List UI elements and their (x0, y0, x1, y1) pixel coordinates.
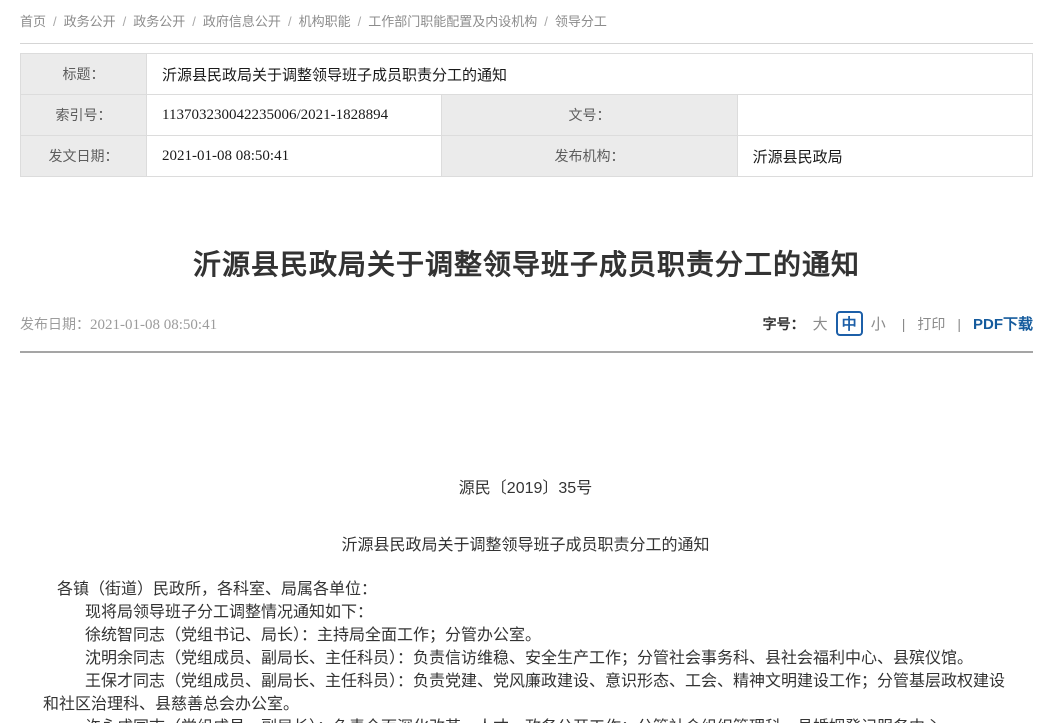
font-size-small-button[interactable]: 小 (871, 313, 886, 334)
breadcrumb-item[interactable]: 首页 (20, 14, 46, 29)
article-paragraph: 王保才同志（党组成员、副局长、主任科员）：负责党建、党风廉政建设、意识形态、工会… (43, 670, 1008, 716)
breadcrumb: 首页 / 政务公开 / 政务公开 / 政府信息公开 / 机构职能 / 工作部门职能配置及内设机构 / 领… (20, 0, 1033, 44)
issue-date-value: 2021-01-08 08:50:41 (147, 136, 442, 177)
article-paragraphs: 各镇（街道）民政所，各科室、局属各单位：现将局领导班子分工调整情况通知如下：徐统… (43, 578, 1008, 723)
page-title: 沂源县民政局关于调整领导班子成员职责分工的通知 (20, 243, 1033, 283)
document-title: 沂源县民政局关于调整领导班子成员职责分工的通知 (43, 534, 1008, 557)
doc-number-value (737, 95, 1032, 136)
index-number-value: 113703230042235006/2021-1828894 (147, 95, 442, 136)
doc-number-label: 文号： (442, 95, 737, 136)
article-paragraph: 现将局领导班子分工调整情况通知如下： (43, 601, 1008, 624)
article-meta-row: 发布日期：2021-01-08 08:50:41 字号： 大 中 小 | 打印 … (20, 311, 1033, 353)
breadcrumb-separator: / (123, 14, 127, 29)
breadcrumb-item[interactable]: 机构职能 (299, 14, 351, 29)
breadcrumb-separator: / (358, 14, 362, 29)
breadcrumb-item[interactable]: 政务公开 (133, 14, 185, 29)
toolbar-divider: | (957, 316, 961, 332)
breadcrumb-item[interactable]: 政务公开 (64, 14, 116, 29)
article-paragraph: 各镇（街道）民政所，各科室、局属各单位： (43, 578, 1008, 601)
article-paragraph: 沈明余同志（党组成员、副局长、主任科员）：负责信访维稳、安全生产工作；分管社会事… (43, 647, 1008, 670)
print-button[interactable]: 打印 (917, 314, 945, 334)
issue-date-label: 发文日期： (21, 136, 147, 177)
breadcrumb-separator: / (53, 14, 57, 29)
article-body: 源民〔2019〕35号 沂源县民政局关于调整领导班子成员职责分工的通知 各镇（街… (20, 353, 1033, 723)
breadcrumb-item[interactable]: 领导分工 (555, 14, 607, 29)
breadcrumb-separator: / (288, 14, 292, 29)
publish-date-value: 2021-01-08 08:50:41 (90, 317, 217, 333)
font-size-large-button[interactable]: 大 (813, 313, 828, 334)
font-size-medium-button[interactable]: 中 (836, 311, 863, 336)
article-toolbar: 字号： 大 中 小 | 打印 | PDF下载 (763, 311, 1033, 336)
table-row: 标题： 沂源县民政局关于调整领导班子成员职责分工的通知 (21, 54, 1033, 95)
breadcrumb-item[interactable]: 政府信息公开 (203, 14, 281, 29)
article-paragraph: 徐统智同志（党组书记、局长）：主持局全面工作；分管办公室。 (43, 624, 1008, 647)
title-value: 沂源县民政局关于调整领导班子成员职责分工的通知 (147, 54, 1033, 95)
breadcrumb-separator: / (192, 14, 196, 29)
breadcrumb-item[interactable]: 工作部门职能配置及内设机构 (368, 14, 537, 29)
issuer-value: 沂源县民政局 (737, 136, 1032, 177)
title-label: 标题： (21, 54, 147, 95)
article-paragraph: 许永成同志（党组成员、副局长）：负责全面深化改革、人才、政务公开工作；分管社会组… (43, 716, 1008, 723)
breadcrumb-separator: / (544, 14, 548, 29)
issuer-label: 发布机构： (442, 136, 737, 177)
pdf-download-button[interactable]: PDF下载 (973, 313, 1033, 334)
table-row: 索引号： 113703230042235006/2021-1828894 文号： (21, 95, 1033, 136)
document-reference-number: 源民〔2019〕35号 (43, 477, 1008, 500)
table-row: 发文日期： 2021-01-08 08:50:41 发布机构： 沂源县民政局 (21, 136, 1033, 177)
toolbar-divider: | (902, 316, 906, 332)
font-size-label: 字号： (763, 314, 805, 334)
publish-date: 发布日期：2021-01-08 08:50:41 (20, 314, 217, 334)
page: 首页 / 政务公开 / 政务公开 / 政府信息公开 / 机构职能 / 工作部门职能配置及内设机构 / 领… (0, 0, 1053, 723)
info-table: 标题： 沂源县民政局关于调整领导班子成员职责分工的通知 索引号： 1137032… (20, 53, 1033, 177)
index-number-label: 索引号： (21, 95, 147, 136)
publish-date-label: 发布日期： (20, 316, 90, 332)
